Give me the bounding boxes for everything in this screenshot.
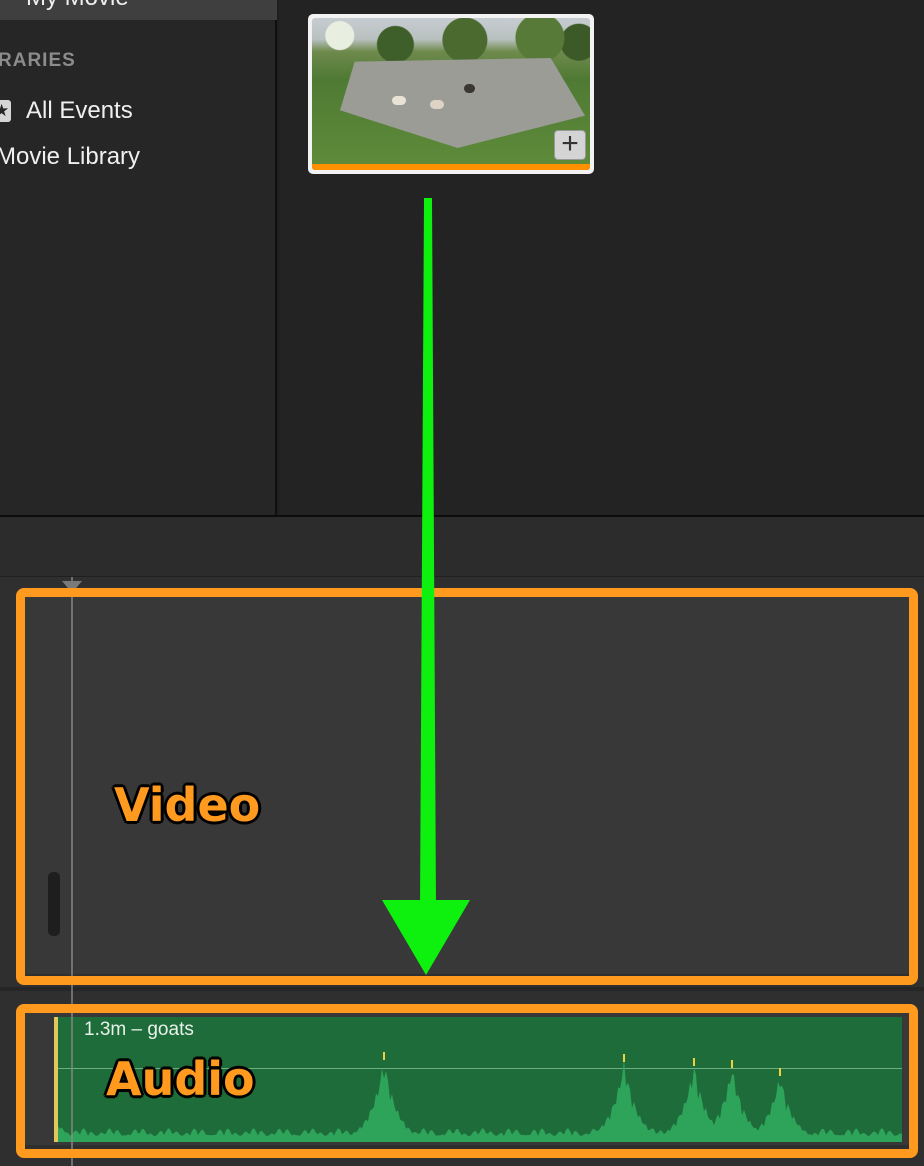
sidebar-item-label: All Events: [26, 97, 133, 124]
sidebar-item-movie-library[interactable]: Movie Library: [0, 142, 140, 172]
audio-callout-label: Audio: [106, 1052, 255, 1106]
waveform-peak-marker: [693, 1058, 695, 1066]
track-divider: [0, 987, 924, 991]
clip-edge-handle[interactable]: [54, 1017, 58, 1142]
waveform-peak-marker: [731, 1060, 733, 1068]
waveform-peak-marker: [623, 1054, 625, 1062]
timeline-toolbar: [0, 515, 924, 577]
sidebar-item-label: My Movie: [26, 0, 129, 12]
star-icon: [0, 100, 11, 122]
waveform-peak-marker: [383, 1052, 385, 1060]
range-selection-bar: [312, 164, 590, 170]
plus-icon[interactable]: +: [554, 129, 586, 160]
libraries-section-title: RARIES: [0, 50, 76, 71]
sidebar-item-all-events[interactable]: All Events: [0, 96, 133, 126]
waveform-peak-marker: [779, 1068, 781, 1076]
playhead[interactable]: [71, 577, 73, 1166]
audio-clip-title: 1.3m – goats: [84, 1019, 194, 1040]
libraries-sidebar: My Movie RARIES All Events Movie Library: [0, 0, 277, 515]
video-callout-label: Video: [114, 778, 261, 832]
sidebar-item-label: Movie Library: [0, 143, 141, 170]
sidebar-item-my-movie[interactable]: My Movie: [0, 0, 277, 20]
track-resize-handle[interactable]: [48, 872, 60, 936]
clip-thumbnail-image: +: [312, 18, 590, 170]
clip-thumbnail-goats[interactable]: +: [308, 14, 594, 174]
media-browser: +: [279, 0, 924, 515]
playhead-marker-icon[interactable]: [62, 581, 82, 593]
